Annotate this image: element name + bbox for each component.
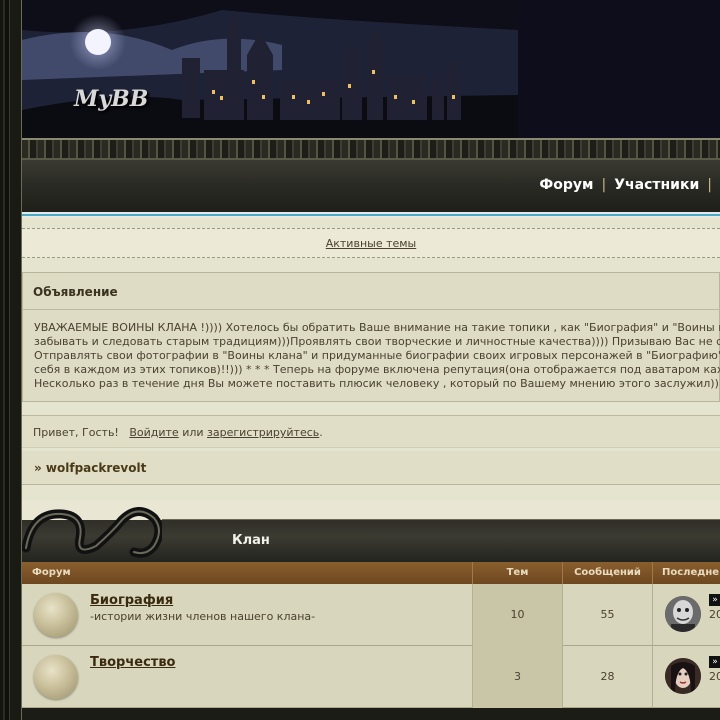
forum-status-icon [34, 593, 78, 637]
category-header: Клан [22, 500, 720, 562]
last-post-date: 20 [709, 670, 720, 683]
announcement-text: УВАЖАЕМЫЕ ВОИНЫ КЛАНА !)))) Хотелось бы … [34, 321, 720, 391]
active-topics-bar: Активные темы [22, 228, 720, 258]
announcement-line: УВАЖАЕМЫЕ ВОИНЫ КЛАНА !)))) Хотелось бы … [34, 321, 720, 334]
login-link[interactable]: Войдите [129, 426, 178, 439]
navigation-bar: Форум | Участники | [22, 160, 720, 212]
guest-welcome-bar: Привет, Гость! Войдите или зарегистрируй… [22, 415, 720, 448]
category-top-strip [162, 500, 720, 520]
forum-description: -истории жизни членов нашего клана- [90, 610, 316, 623]
user-avatar[interactable] [665, 658, 701, 694]
announcement-divider [23, 309, 720, 310]
forum-cell: Творчество [22, 646, 473, 708]
posts-count: 55 [563, 584, 653, 646]
guest-greeting: Привет, Гость! [33, 426, 119, 439]
col-forum: Форум [22, 562, 473, 584]
forum-link[interactable]: Творчество [90, 655, 175, 670]
guest-dot: . [319, 426, 323, 439]
announcement-line: себя в каждом из этих топиков)!!))) * * … [34, 363, 720, 376]
table-row: Биография -истории жизни членов нашего к… [22, 584, 720, 646]
announcement-line: Отправлять свои фотографии в "Воины клан… [34, 349, 720, 362]
go-to-last-post-icon[interactable]: » [709, 656, 720, 668]
topics-count: 3 [473, 646, 563, 708]
forum-status-icon [34, 655, 78, 699]
active-topics-link[interactable]: Активные темы [326, 237, 417, 250]
header-banner: MyBB [22, 0, 720, 138]
nav-separator: | [601, 177, 607, 193]
category-title: Клан [232, 533, 270, 548]
banner-dark-panel [518, 0, 720, 138]
page: MyBB Форум | Участники | Активные темы Объя… [22, 0, 720, 720]
posts-count: 28 [563, 646, 653, 708]
site-logo: MyBB [74, 86, 149, 112]
nav-separator: | [707, 177, 712, 193]
forum-table-header: Форум Тем Сообщений Последне [22, 562, 720, 584]
nav-forum[interactable]: Форум [539, 177, 593, 193]
table-row: Творчество 3 28 » 20 [22, 646, 720, 708]
next-category-edge [22, 708, 720, 720]
left-frame [0, 0, 22, 720]
breadcrumb[interactable]: » wolfpackrevolt [22, 451, 720, 485]
go-to-last-post-icon[interactable]: » [709, 594, 720, 606]
ornate-divider [22, 138, 720, 160]
nav-members[interactable]: Участники [614, 177, 699, 193]
col-last-post: Последне [662, 567, 720, 578]
castle-artwork: MyBB [22, 0, 518, 138]
last-post-cell: » 20 [653, 584, 720, 646]
forum-link[interactable]: Биография [90, 593, 173, 608]
announcement-title: Объявление [33, 285, 118, 299]
col-topics: Тем [473, 562, 563, 584]
last-post-cell: » 20 [653, 646, 720, 708]
user-avatar[interactable] [665, 596, 701, 632]
announcement-panel: Объявление УВАЖАЕМЫЕ ВОИНЫ КЛАНА !)))) Х… [22, 272, 720, 402]
last-post-date: 20 [709, 608, 720, 621]
register-link[interactable]: зарегистрируйтесь [207, 426, 319, 439]
guest-or: или [182, 426, 204, 439]
topics-count: 10 [473, 584, 563, 646]
forum-cell: Биография -истории жизни членов нашего к… [22, 584, 473, 646]
announcement-line: Несколько раз в течение дня Вы можете по… [34, 377, 720, 390]
col-posts: Сообщений [563, 562, 653, 584]
serpent-ornament-icon [22, 500, 162, 558]
main-content: Активные темы Объявление УВАЖАЕМЫЕ ВОИНЫ… [22, 218, 720, 720]
main-nav: Форум | Участники | [539, 177, 720, 193]
announcement-line: забывать и следовать старым традициям)))… [34, 335, 720, 348]
